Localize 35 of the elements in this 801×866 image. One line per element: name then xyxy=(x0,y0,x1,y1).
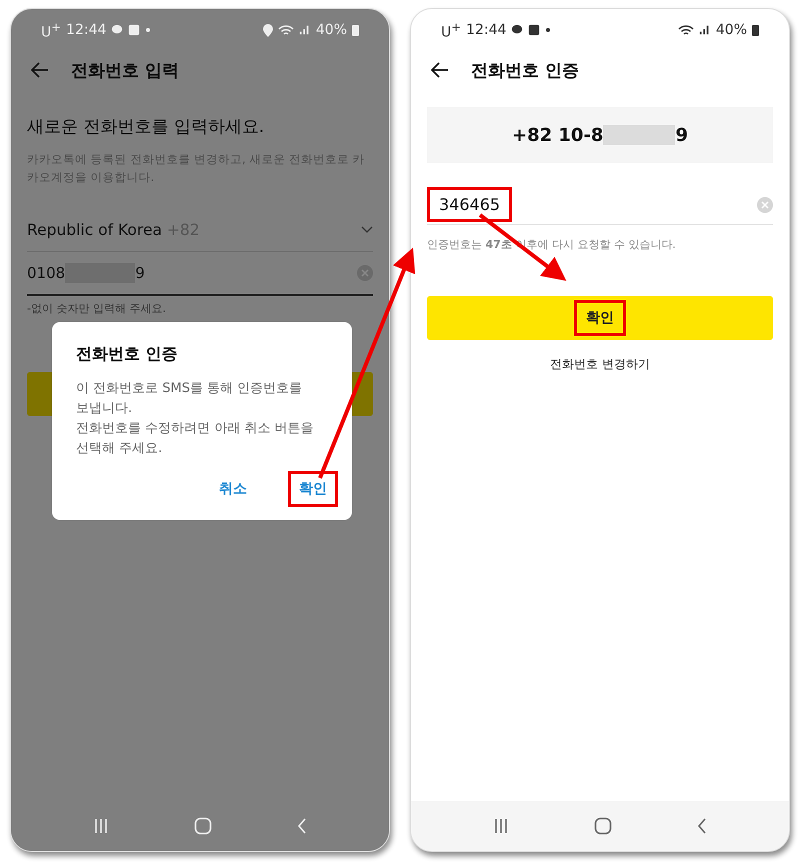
dialog-button[interactable]: 취소 xyxy=(208,471,258,507)
chat-bubble-icon xyxy=(511,24,524,36)
dot-icon xyxy=(545,27,552,33)
code-input-field[interactable]: 346465 xyxy=(427,185,773,225)
screen-title: 전화번호 입력 xyxy=(71,60,179,82)
chevron-down-icon[interactable] xyxy=(361,226,373,234)
battery-icon xyxy=(752,24,759,36)
dot-icon xyxy=(145,27,152,33)
wifi-icon xyxy=(278,24,294,36)
carrier-label: U$^{+}$ xyxy=(441,20,462,40)
heading: 새로운 전화번호를 입력하세요. xyxy=(27,116,266,138)
dialog-message: 이 전화번호로 SMS를 통해 인증번호를 보냅니다. 전화번호를 수정하려면 아래 취소 버튼을 선택해 주세요. xyxy=(76,380,315,458)
change-number-link[interactable]: 전화번호 변경하기 xyxy=(550,356,650,373)
battery-percent: 40% xyxy=(316,22,347,38)
input-hint: -없이 숫자만 입력해 주세요. xyxy=(27,301,167,316)
home-icon[interactable] xyxy=(594,817,612,835)
back-arrow-icon[interactable] xyxy=(431,62,449,78)
chat-bubble-icon xyxy=(111,24,124,36)
screen-title: 전화번호 인증 xyxy=(471,60,579,82)
carrier-label: U$^{+}$ xyxy=(41,20,62,40)
dialog-button[interactable]: 확인 xyxy=(288,471,338,507)
battery-icon xyxy=(352,24,359,36)
phone-input-field[interactable]: 0108 9 xyxy=(27,263,145,283)
back-icon[interactable] xyxy=(696,818,707,834)
signal-icon xyxy=(298,24,311,36)
dialog-title: 전화번호 인증 xyxy=(76,344,179,365)
status-time: 12:44 xyxy=(66,22,106,38)
battery-percent: 40% xyxy=(716,22,747,38)
recent-apps-icon[interactable] xyxy=(93,818,110,834)
wifi-icon xyxy=(678,24,694,36)
phone-number: +82 10-8 9 xyxy=(512,124,688,146)
recent-apps-icon[interactable] xyxy=(493,818,510,834)
signal-icon xyxy=(698,24,711,36)
confirm-button[interactable]: 확인 xyxy=(427,296,773,340)
status-time: 12:44 xyxy=(466,22,506,38)
